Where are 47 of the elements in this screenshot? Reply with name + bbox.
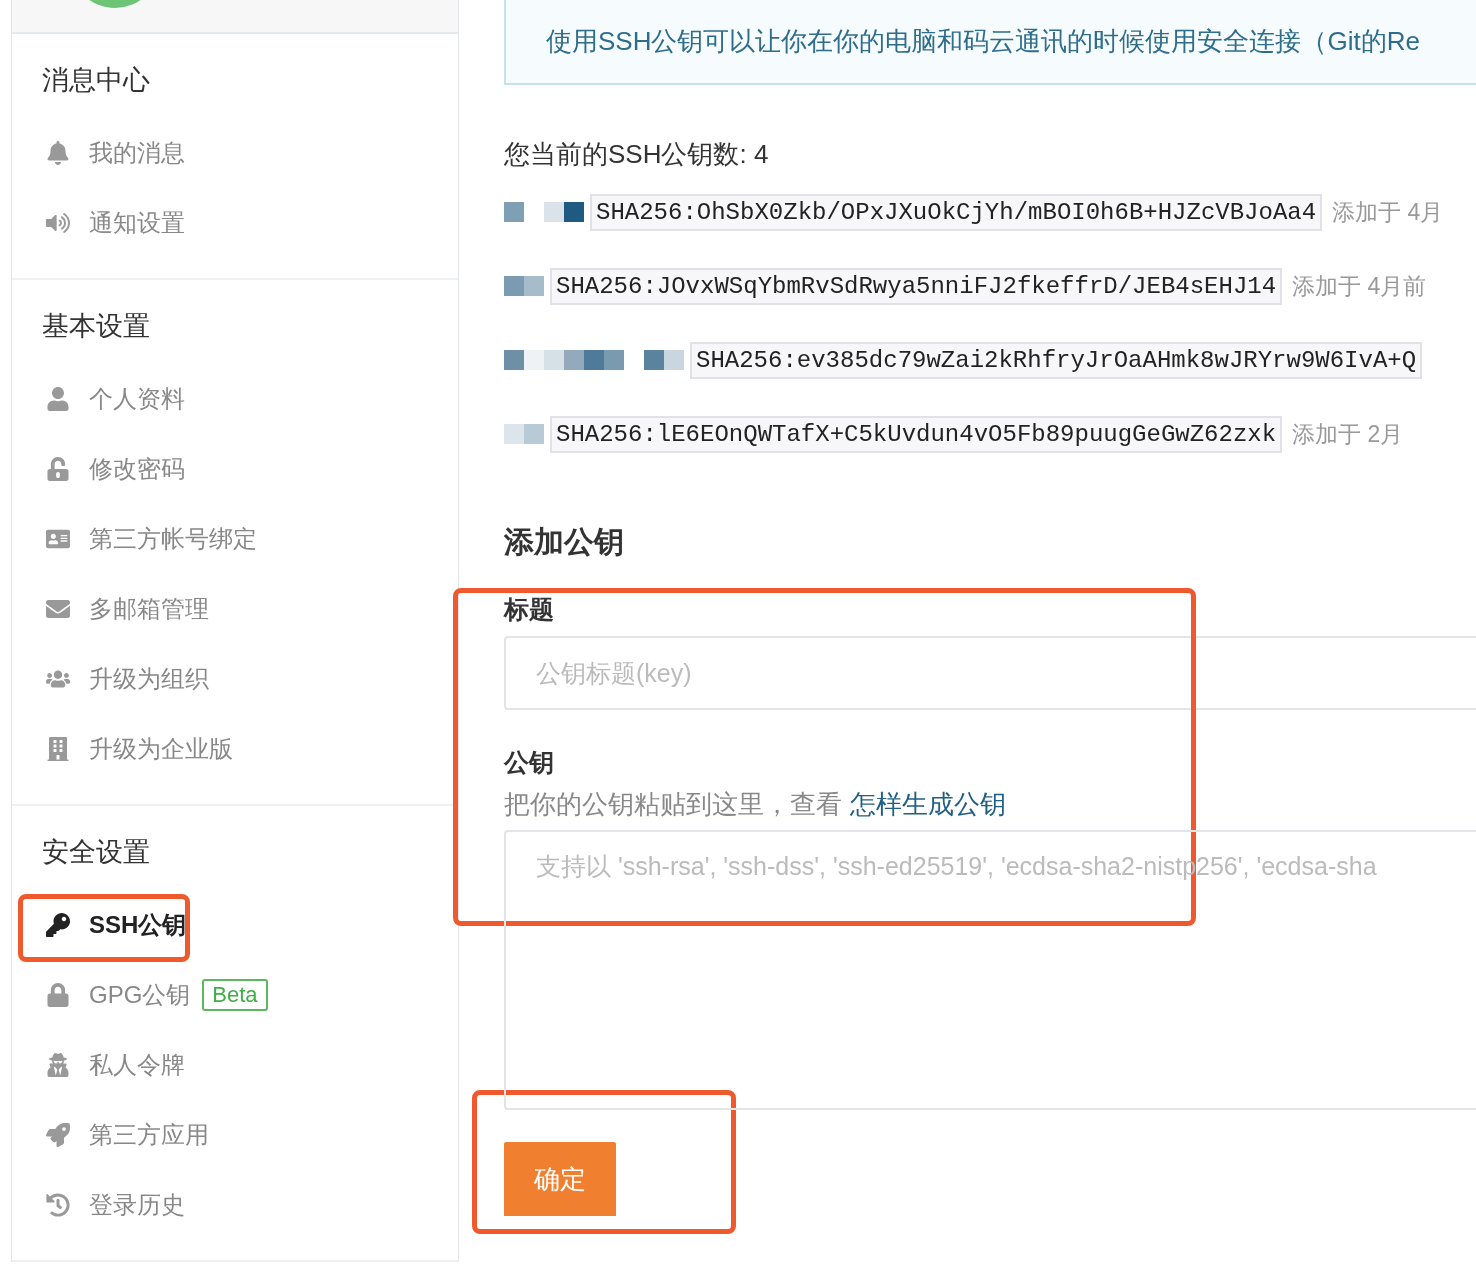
sidebar-item[interactable]: 登录历史	[12, 1170, 458, 1240]
beta-badge: Beta	[202, 979, 268, 1011]
field-label: 公钥	[504, 747, 555, 778]
person-icon	[46, 387, 70, 411]
building-icon	[46, 737, 70, 761]
key-fingerprint: SHA256:OhSbX0Zkb/OPxJXuOkCjYh/mBOI0h6B+HJZcVBJoAa4	[590, 193, 1323, 231]
sidebar-item[interactable]: 通知设置	[12, 188, 458, 258]
key-fingerprint: SHA256:JOvxWSqYbmRvSdRwya5nniFJ2fkeffrD/JEB4sEHJ14	[550, 267, 1283, 305]
field-label: 标题	[504, 594, 555, 625]
added-time: 添加于 4月前	[1292, 271, 1427, 301]
sidebar-item[interactable]: 升级为组织	[12, 644, 458, 714]
section-title: 安全设置	[41, 836, 151, 869]
sidebar-item[interactable]: 升级为企业版	[12, 714, 458, 784]
added-time: 添加于 2月	[1292, 419, 1404, 449]
sidebar-item[interactable]: 私人令牌	[12, 1030, 458, 1100]
title-input[interactable]: 公钥标题(key)	[504, 636, 1476, 710]
submit-button[interactable]: 确定	[504, 1142, 616, 1216]
key-fingerprint: SHA256:ev385dc79wZai2kRhfryJrOaAHmk8wJRYrw9W6IvA+Q	[690, 341, 1423, 379]
redaction-mosaic	[504, 276, 544, 296]
key-icon	[46, 913, 70, 937]
key-count: 您当前的SSH公钥数: 4	[504, 138, 770, 171]
bell-icon	[46, 141, 70, 165]
field-hint: 把你的公钥粘贴到这里，查看 怎样生成公钥	[504, 788, 1007, 821]
sidebar-item[interactable]: 个人资料	[12, 364, 458, 434]
form-heading: 添加公钥	[504, 524, 625, 560]
redaction-mosaic	[504, 424, 544, 444]
envelope-icon	[46, 597, 70, 621]
rocket-icon	[46, 1123, 70, 1147]
info-notice: 使用SSH公钥可以让你在你的电脑和码云通讯的时候使用安全连接（Git的Re	[504, 0, 1476, 85]
help-link[interactable]: 怎样生成公钥	[850, 789, 1006, 819]
contact-card-icon	[46, 527, 70, 551]
speaker-icon	[46, 211, 70, 235]
padlock-icon	[46, 457, 70, 481]
history-icon	[46, 1193, 70, 1217]
added-time: 添加于 4月	[1332, 197, 1444, 227]
lock-icon	[46, 983, 70, 1007]
sidebar-item[interactable]: 多邮箱管理	[12, 574, 458, 644]
section-title: 消息中心	[41, 64, 151, 97]
sidebar-item[interactable]: 我的消息	[12, 118, 458, 188]
spy-icon	[46, 1053, 70, 1077]
section-title: 基本设置	[41, 310, 151, 343]
sidebar-item[interactable]: 修改密码	[12, 434, 458, 504]
key-fingerprint: SHA256:lE6EOnQWTafX+C5kUvdun4vO5Fb89puugGeGwZ62zxk	[550, 415, 1283, 453]
sidebar-item[interactable]: 第三方应用	[12, 1100, 458, 1170]
sidebar-item[interactable]: SSH公钥	[12, 890, 458, 960]
sidebar-item[interactable]: GPG公钥 Beta	[12, 960, 458, 1030]
sidebar-item[interactable]: 第三方帐号绑定	[12, 504, 458, 574]
